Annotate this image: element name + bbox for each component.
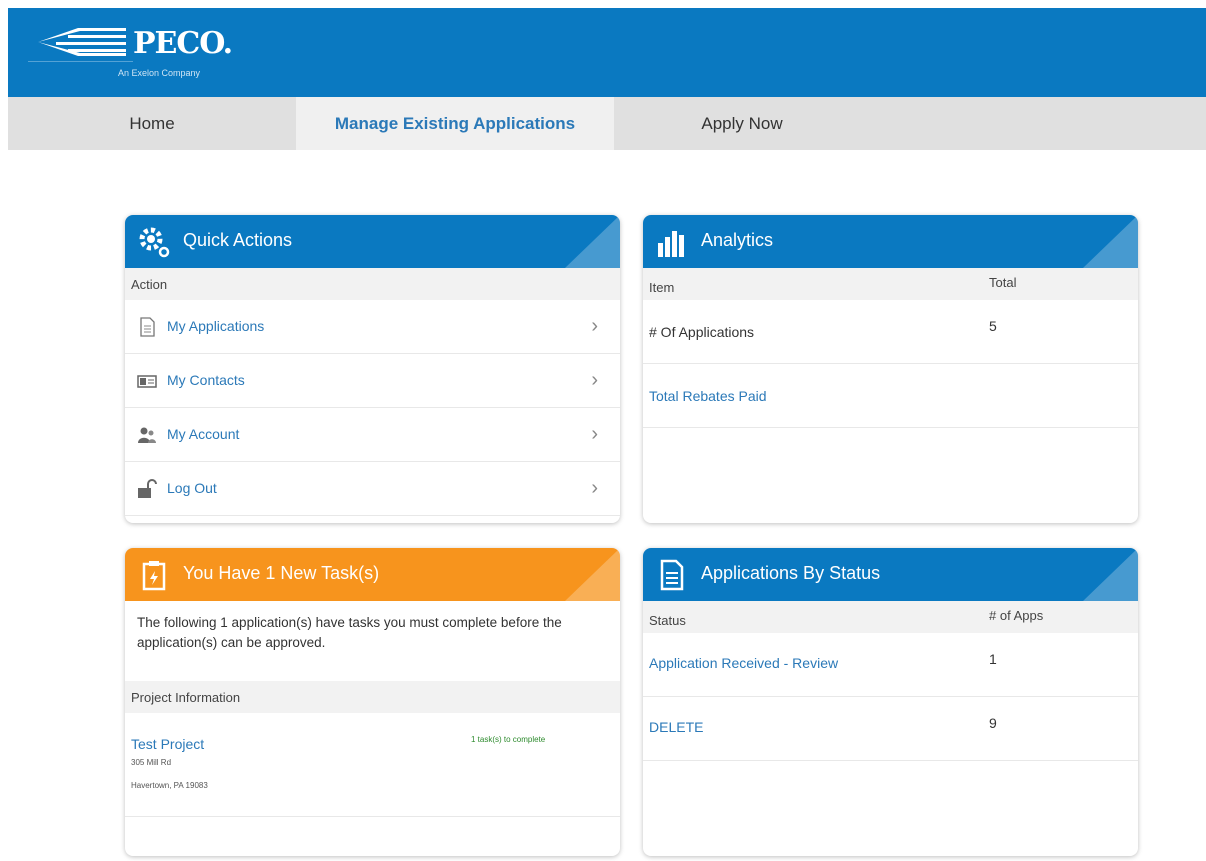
- header-corner-accent: [565, 215, 620, 268]
- action-column-label: Action: [131, 277, 168, 292]
- document-icon: [660, 559, 684, 591]
- applications-by-status-panel: Applications By Status Status # of Apps …: [643, 548, 1138, 856]
- tasks-title: You Have 1 New Task(s): [183, 563, 380, 583]
- tasks-description: The following 1 application(s) have task…: [137, 615, 562, 650]
- quick-actions-header: Quick Actions: [125, 215, 620, 268]
- project-name-link[interactable]: Test Project: [131, 736, 204, 752]
- status-row: Application Received - Review 1: [643, 633, 1138, 697]
- header-corner-accent: [1083, 215, 1138, 268]
- quick-actions-column-header: Action: [125, 268, 620, 300]
- logo-tagline: An Exelon Company: [118, 68, 201, 78]
- apps-count-column-label: # of Apps: [989, 608, 1044, 623]
- quick-action-label[interactable]: My Account: [167, 426, 239, 442]
- project-address-line2: Havertown, PA 19083: [131, 781, 208, 790]
- status-link[interactable]: DELETE: [649, 719, 703, 735]
- status-column-header: Status # of Apps: [643, 601, 1138, 633]
- bar-chart-icon: [658, 231, 684, 257]
- quick-action-log-out[interactable]: Log Out ›: [125, 462, 620, 516]
- status-count: 1: [989, 651, 997, 667]
- logo-wordmark: PECO.: [133, 26, 233, 61]
- analytics-title: Analytics: [701, 230, 774, 250]
- applications-by-status-title: Applications By Status: [701, 563, 881, 583]
- project-column-header: Project Information: [125, 681, 620, 713]
- quick-actions-title: Quick Actions: [183, 230, 293, 250]
- quick-action-label[interactable]: My Contacts: [167, 372, 245, 388]
- logo-stripes-icon: [28, 28, 133, 62]
- item-column-label: Item: [649, 280, 675, 295]
- contact-card-icon: [137, 375, 157, 388]
- quick-action-label[interactable]: Log Out: [167, 480, 217, 496]
- chevron-right-icon: ›: [591, 477, 598, 499]
- total-column-label: Total: [989, 275, 1017, 290]
- chevron-right-icon: ›: [591, 423, 598, 445]
- analytics-row: Total Rebates Paid: [643, 364, 1138, 428]
- quick-action-my-applications[interactable]: My Applications ›: [125, 300, 620, 354]
- applications-by-status-header: Applications By Status: [643, 548, 1138, 601]
- nav-home[interactable]: Home: [8, 97, 296, 150]
- nav-manage-existing-applications[interactable]: Manage Existing Applications: [296, 97, 614, 150]
- tasks-to-complete-note[interactable]: 1 task(s) to complete: [471, 735, 545, 744]
- status-row: DELETE 9: [643, 697, 1138, 761]
- unlock-icon: [138, 479, 157, 498]
- gears-icon: [139, 227, 170, 258]
- project-row: Test Project 305 Mill Rd Havertown, PA 1…: [125, 713, 620, 817]
- analytics-row-value: 5: [989, 318, 997, 334]
- status-link[interactable]: Application Received - Review: [649, 655, 838, 671]
- header-corner-accent: [1083, 548, 1138, 601]
- project-information-label: Project Information: [131, 690, 241, 705]
- status-column-label: Status: [649, 613, 686, 628]
- total-rebates-paid-link[interactable]: Total Rebates Paid: [649, 388, 767, 404]
- users-icon: [138, 427, 156, 443]
- analytics-row-label: # Of Applications: [649, 324, 755, 340]
- chevron-right-icon: ›: [591, 315, 598, 337]
- analytics-panel: Analytics Item Total # Of Applications 5…: [643, 215, 1138, 523]
- tasks-panel: You Have 1 New Task(s) The following 1 a…: [125, 548, 620, 856]
- site-header: PECO. An Exelon Company: [8, 8, 1206, 97]
- peco-logo[interactable]: PECO. An Exelon Company: [28, 14, 248, 84]
- nav-apply-now[interactable]: Apply Now: [614, 97, 870, 150]
- tasks-header: You Have 1 New Task(s): [125, 548, 620, 601]
- document-icon: [140, 317, 155, 337]
- quick-action-my-account[interactable]: My Account ›: [125, 408, 620, 462]
- quick-actions-panel: Quick Actions Action My Applications › M…: [125, 215, 620, 523]
- main-nav: Home Manage Existing Applications Apply …: [8, 97, 1206, 150]
- clipboard-task-icon: [142, 561, 166, 591]
- status-count: 9: [989, 715, 997, 731]
- analytics-header: Analytics: [643, 215, 1138, 268]
- quick-action-label[interactable]: My Applications: [167, 318, 264, 334]
- analytics-column-header: Item Total: [643, 268, 1138, 300]
- analytics-row: # Of Applications 5: [643, 300, 1138, 364]
- project-address-line1: 305 Mill Rd: [131, 758, 172, 767]
- header-corner-accent: [565, 548, 620, 601]
- chevron-right-icon: ›: [591, 369, 598, 391]
- quick-action-my-contacts[interactable]: My Contacts ›: [125, 354, 620, 408]
